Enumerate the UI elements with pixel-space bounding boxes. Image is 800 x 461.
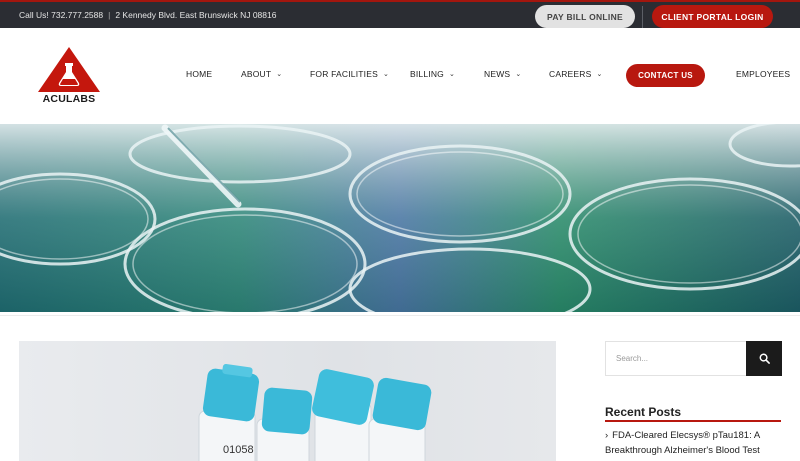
top-bar: Call Us! 732.777.2588 | 2 Kennedy Blvd. Ea… <box>0 0 800 28</box>
client-portal-login-button[interactable]: CLIENT PORTAL LOGIN <box>652 5 773 28</box>
chevron-down-icon: ⌄ <box>276 71 283 78</box>
hero-banner <box>0 124 800 312</box>
recent-post-link[interactable]: › FDA-Cleared Elecsys® pTau181: A Breakth… <box>605 428 781 458</box>
search-input[interactable] <box>606 342 746 375</box>
nav-careers[interactable]: CAREERS ⌄ <box>549 69 603 79</box>
heading-underline <box>605 420 781 422</box>
nav-label: BILLING <box>410 69 444 79</box>
nav-label: ABOUT <box>241 69 272 79</box>
nav-for-facilities[interactable]: FOR FACILITIES ⌄ <box>310 69 389 79</box>
search-icon <box>759 353 770 364</box>
search-button[interactable] <box>746 341 782 376</box>
logo-text: ACULABS <box>42 93 96 105</box>
nav-label: NEWS <box>484 69 511 79</box>
chevron-right-icon: › <box>605 430 609 441</box>
sidebar-search <box>605 341 782 376</box>
post-featured-image[interactable]: 01058 <box>19 341 556 461</box>
pay-bill-online-button[interactable]: PAY BILL ONLINE <box>535 5 635 28</box>
vial-label: 01058 <box>223 444 254 456</box>
main-nav: HOME ABOUT ⌄ FOR FACILITIES ⌄ BILLING ⌄ NEW… <box>0 64 800 87</box>
nav-news[interactable]: NEWS ⌄ <box>484 69 521 79</box>
nav-employees[interactable]: EMPLOYEES <box>736 69 790 79</box>
nav-label: FOR FACILITIES <box>310 69 378 79</box>
contact-info: Call Us! 732.777.2588 | 2 Kennedy Blvd. Ea… <box>19 10 276 20</box>
phone-number[interactable]: Call Us! 732.777.2588 <box>19 10 103 20</box>
recent-post-title: FDA-Cleared Elecsys® pTau181: A Breakthr… <box>605 430 760 456</box>
nav-about[interactable]: ABOUT ⌄ <box>241 69 282 79</box>
chevron-down-icon: ⌄ <box>449 71 456 78</box>
recent-posts-heading: Recent Posts <box>605 405 682 419</box>
address: 2 Kennedy Blvd. East Brunswick NJ 08816 <box>115 10 277 20</box>
main-content: 01058 Recent Posts ›FDA-Cleared Elecsys®… <box>0 312 800 461</box>
contact-us-button[interactable]: CONTACT US <box>626 64 705 87</box>
chevron-down-icon: ⌄ <box>515 71 522 78</box>
nav-label: HOME <box>186 69 213 79</box>
nav-home[interactable]: HOME <box>186 69 212 79</box>
site-header: ACULABS HOME ABOUT ⌄ FOR FACILITIES ⌄ BILL… <box>0 28 800 124</box>
divider <box>0 315 800 316</box>
test-tubes-image <box>0 124 800 312</box>
nav-label: CAREERS <box>549 69 592 79</box>
divider <box>642 6 643 28</box>
sample-vials-image: 01058 <box>198 364 432 461</box>
separator: | <box>108 10 111 20</box>
chevron-down-icon: ⌄ <box>596 71 603 78</box>
nav-billing[interactable]: BILLING ⌄ <box>410 69 455 79</box>
chevron-down-icon: ⌄ <box>382 71 390 78</box>
